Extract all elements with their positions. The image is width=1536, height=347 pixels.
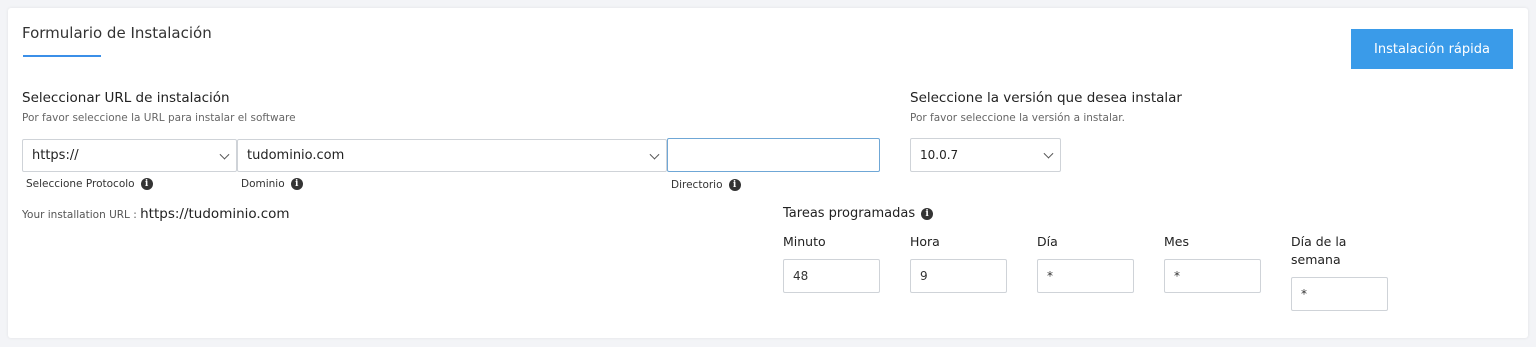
- quick-install-button[interactable]: Instalación rápida: [1351, 29, 1513, 69]
- directory-label: Directorio i: [671, 179, 741, 191]
- info-icon[interactable]: i: [290, 178, 303, 190]
- cron-month-input[interactable]: *: [1164, 259, 1261, 293]
- cron-day-input[interactable]: *: [1037, 259, 1134, 293]
- chevron-down-icon: [219, 149, 230, 160]
- chevron-down-icon: [649, 149, 660, 160]
- domain-select[interactable]: tudominio.com: [237, 139, 667, 172]
- installation-url: Your installation URL : https://tudomini…: [22, 206, 290, 222]
- cron-month-label: Mes: [1164, 234, 1189, 249]
- info-icon[interactable]: i: [921, 207, 934, 220]
- protocol-select[interactable]: https://: [22, 139, 237, 172]
- cron-day-label: Día: [1037, 234, 1058, 249]
- url-section-title: Seleccionar URL de instalación: [22, 90, 230, 106]
- installation-url-value: https://tudominio.com: [140, 206, 290, 222]
- protocol-value: https://: [32, 148, 79, 163]
- chevron-down-icon: [1043, 148, 1054, 159]
- info-icon[interactable]: i: [728, 179, 741, 191]
- version-value: 10.0.7: [920, 148, 959, 162]
- domain-value: tudominio.com: [247, 148, 345, 163]
- directory-input[interactable]: [667, 138, 880, 172]
- form-title: Formulario de Instalación: [22, 24, 212, 42]
- url-section-subtitle: Por favor seleccione la URL para instala…: [22, 112, 296, 124]
- cron-hour-input[interactable]: 9: [910, 259, 1007, 293]
- version-section-title: Seleccione la versión que desea instalar: [910, 90, 1182, 106]
- domain-label: Dominio i: [241, 178, 303, 190]
- installation-form-card: Formulario de Instalación Instalación rá…: [8, 8, 1528, 338]
- cron-minute-input[interactable]: 48: [783, 259, 880, 293]
- cron-title: Tareas programadas i: [783, 206, 934, 221]
- installation-url-prefix: Your installation URL :: [22, 209, 137, 221]
- version-section-subtitle: Por favor seleccione la versión a instal…: [910, 112, 1125, 124]
- cron-weekday-label: Día de la semana: [1291, 234, 1347, 267]
- title-underline: [23, 55, 101, 57]
- cron-minute-label: Minuto: [783, 234, 826, 249]
- info-icon[interactable]: i: [140, 178, 153, 190]
- version-select[interactable]: 10.0.7: [910, 138, 1061, 172]
- protocol-label: Seleccione Protocolo i: [26, 178, 153, 190]
- cron-hour-label: Hora: [910, 234, 940, 249]
- cron-weekday-input[interactable]: *: [1291, 277, 1388, 311]
